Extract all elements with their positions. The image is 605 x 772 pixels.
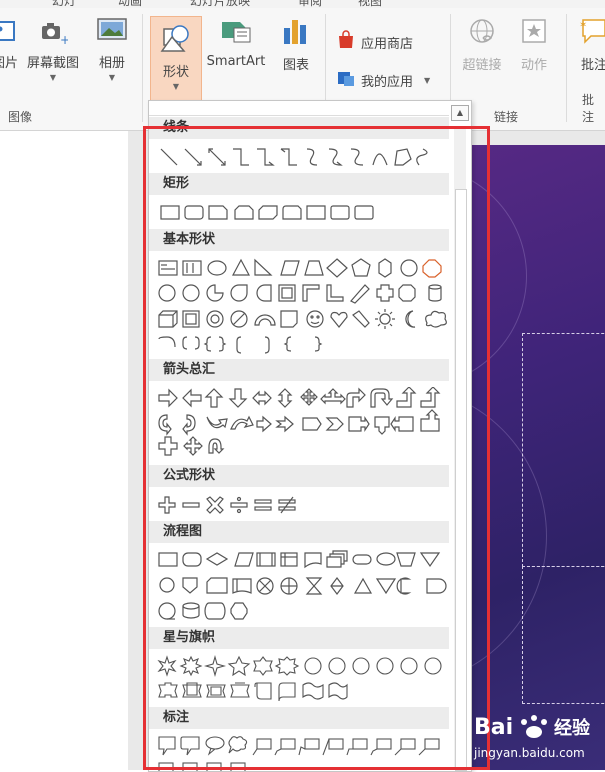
group-divider — [566, 14, 567, 122]
title-placeholder[interactable] — [522, 333, 605, 567]
gallery-scroll-up-button[interactable]: ▲ — [451, 105, 469, 121]
links-group-label: 链接 — [494, 110, 519, 124]
lines-shapes-row[interactable] — [157, 145, 447, 169]
ribbon-tab-strip: 幻灯 动画 幻灯片放映 审阅 视图 — [0, 0, 605, 8]
images-group-label: 图像 — [8, 110, 33, 124]
subtitle-placeholder[interactable] — [522, 566, 605, 704]
group-divider — [142, 14, 143, 122]
chevron-down-icon: ▼ — [424, 75, 431, 85]
category-rectangles: 矩形 — [149, 173, 449, 220]
category-stars-banners: 星与旗帜 — [149, 627, 449, 702]
picture-button[interactable]: 图片 — [0, 16, 22, 71]
category-lines: 线条 — [149, 117, 449, 166]
tab-review[interactable]: 审阅 — [298, 0, 322, 8]
screenshot-icon: + — [22, 16, 84, 48]
watermark-url: jingyan.baidu.com — [474, 746, 585, 760]
category-callouts: 标注 — [149, 707, 449, 771]
flowchart-shapes-rows[interactable] — [157, 549, 453, 625]
svg-text:Bai: Bai — [474, 715, 513, 740]
chevron-down-icon: ▼ — [108, 73, 116, 82]
category-heading: 线条 — [149, 117, 449, 139]
category-flowchart: 流程图 — [149, 521, 449, 620]
svg-text:+: + — [60, 33, 68, 44]
comment-icon: ✶ — [574, 16, 605, 50]
action-button[interactable]: 动作 — [512, 16, 556, 73]
equation-shapes-row[interactable] — [157, 495, 317, 515]
category-equation-shapes: 公式形状 — [149, 465, 449, 514]
hyperlink-globe-icon — [456, 16, 508, 50]
shapes-icon — [151, 21, 201, 57]
tab-animations[interactable]: 动画 — [118, 0, 142, 8]
category-heading: 星与旗帜 — [149, 627, 449, 649]
chart-icon — [278, 16, 314, 50]
action-star-icon — [512, 16, 556, 50]
category-heading: 标注 — [149, 707, 449, 729]
rectangle-shapes-row[interactable] — [157, 203, 447, 223]
smartart-button[interactable]: SmartArt — [203, 16, 269, 69]
category-basic-shapes: 基本形状 — [149, 229, 449, 354]
svg-text:经验: 经验 — [554, 717, 591, 739]
category-heading: 矩形 — [149, 173, 449, 195]
store-icon — [336, 30, 356, 54]
tab-transitions[interactable]: 幻灯 — [52, 0, 76, 8]
category-block-arrows: 箭头总汇 — [149, 359, 449, 456]
comments-group-label: 批注 — [582, 93, 595, 124]
images-group: 图片 + 屏幕截图 ▼ 相册 ▼ 图像 — [0, 8, 140, 130]
chevron-down-icon: ▼ — [49, 73, 57, 82]
tab-view[interactable]: 视图 — [358, 0, 382, 8]
callout-shapes-rows[interactable] — [157, 735, 453, 771]
baidu-jingyan-watermark: Bai 经验 jingyan.baidu.com — [470, 700, 605, 770]
comment-button[interactable]: ✶ 批注 — [574, 16, 605, 73]
basic-shapes-rows[interactable] — [157, 257, 453, 361]
category-heading: 基本形状 — [149, 229, 449, 251]
category-heading: 公式形状 — [149, 465, 449, 487]
shapes-gallery: ▲ 线条 矩形 基本形状 箭头总汇 公式形状 流程图 星与旗帜 标注 — [148, 100, 472, 772]
hyperlink-button[interactable]: 超链接 — [456, 16, 508, 73]
chart-button[interactable]: 图表 — [278, 16, 314, 73]
tab-slideshow[interactable]: 幻灯片放映 — [190, 0, 250, 8]
album-button[interactable]: 相册 ▼ — [90, 16, 134, 82]
baidu-jingyan-logo: Bai 经验 — [474, 710, 598, 748]
my-apps-button[interactable]: 我的应用 ▼ — [336, 68, 430, 92]
my-apps-icon — [336, 68, 356, 92]
gallery-scroll-thumb[interactable] — [455, 189, 467, 771]
block-arrow-shapes-rows[interactable] — [157, 387, 453, 465]
slide-thumbnail-pane[interactable] — [0, 131, 129, 770]
star-banner-shapes-rows[interactable] — [157, 655, 453, 705]
svg-text:✶: ✶ — [579, 20, 587, 31]
category-heading: 流程图 — [149, 521, 449, 543]
album-icon — [90, 16, 134, 48]
chevron-down-icon: ▼ — [172, 82, 180, 91]
app-store-button[interactable]: 应用商店 — [336, 30, 413, 54]
smartart-icon — [203, 16, 269, 50]
picture-icon — [0, 16, 22, 48]
recent-shapes-row — [149, 101, 449, 116]
category-heading: 箭头总汇 — [149, 359, 449, 381]
shapes-button[interactable]: 形状 ▼ — [150, 16, 202, 102]
screenshot-button[interactable]: + 屏幕截图 ▼ — [22, 16, 84, 82]
